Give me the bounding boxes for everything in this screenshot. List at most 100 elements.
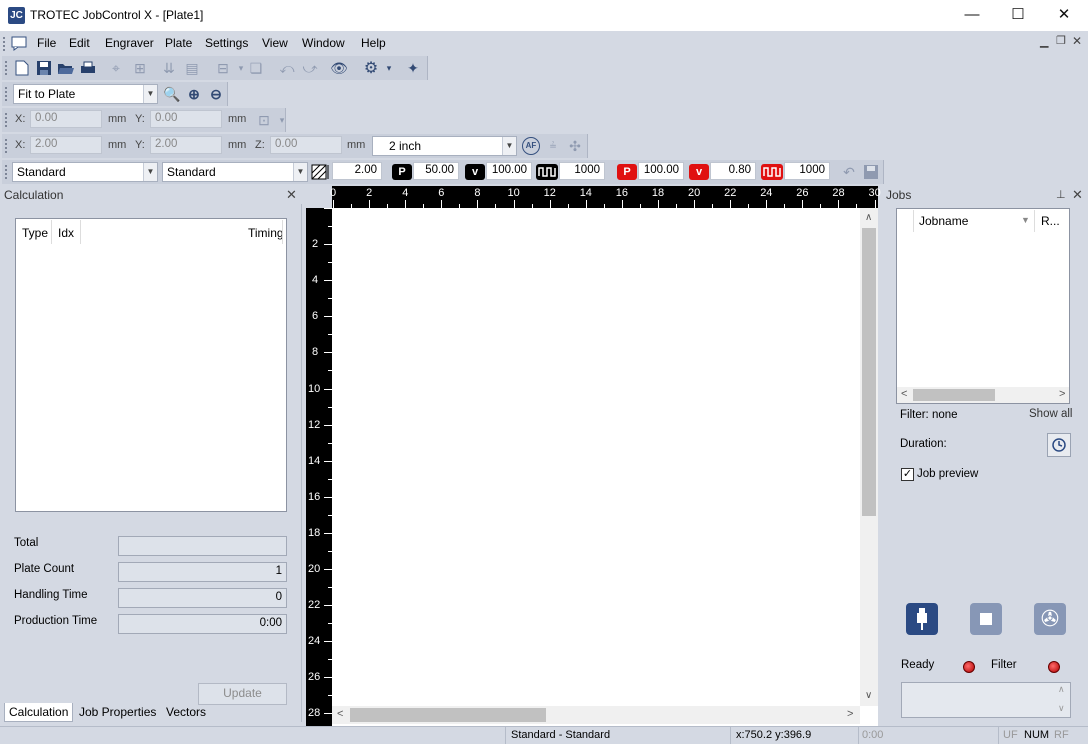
- maximize-button[interactable]: ☐: [995, 0, 1041, 31]
- engrave-power-input[interactable]: 50.00: [413, 162, 459, 180]
- menu-help[interactable]: Help: [361, 36, 386, 50]
- jobs-list[interactable]: Jobname ▼ R... < >: [896, 208, 1070, 404]
- scroll-up-icon[interactable]: ∧: [1058, 684, 1065, 695]
- laser-pointer-icon[interactable]: ✦: [404, 59, 422, 77]
- menu-view[interactable]: View: [262, 36, 288, 50]
- scroll-right-icon[interactable]: >: [1059, 388, 1065, 400]
- horizontal-scroll-thumb[interactable]: [350, 708, 546, 722]
- menu-window[interactable]: Window: [302, 36, 345, 50]
- size-y-input[interactable]: 2.00: [150, 136, 222, 154]
- jobs-scroll-thumb[interactable]: [913, 389, 995, 401]
- crosshair-icon[interactable]: ⌖: [107, 59, 125, 77]
- preview-eye-icon[interactable]: 👁: [330, 59, 348, 77]
- scroll-left-icon[interactable]: <: [337, 708, 343, 720]
- column-idx[interactable]: Idx: [58, 226, 74, 240]
- calculation-list[interactable]: Type Idx Timing: [15, 218, 287, 512]
- process-select[interactable]: Standard ▼: [162, 162, 308, 182]
- usb-connect-button[interactable]: [906, 603, 938, 635]
- save-icon[interactable]: [35, 59, 53, 77]
- ruler-label: 10: [507, 187, 520, 199]
- autofocus-settings-icon[interactable]: ≟: [544, 137, 562, 155]
- cut-speed-icon: v: [689, 164, 709, 180]
- zoom-in-icon[interactable]: ⊕: [185, 85, 203, 103]
- hatch-value-input[interactable]: 2.00: [332, 162, 382, 180]
- add-object-icon[interactable]: ⊟: [214, 59, 232, 77]
- sort-dropdown-icon[interactable]: ▼: [1021, 215, 1030, 225]
- minimize-button[interactable]: —: [949, 0, 995, 31]
- xyz-move-icon[interactable]: ✣: [566, 137, 584, 155]
- zoom-out-icon[interactable]: ⊖: [207, 85, 225, 103]
- position-x-input[interactable]: 0.00: [30, 110, 102, 128]
- anchor-point-icon[interactable]: ⊡: [255, 111, 273, 129]
- align-icon[interactable]: ⇊: [160, 59, 178, 77]
- cut-frequency-input[interactable]: 1000: [784, 162, 830, 180]
- scroll-left-icon[interactable]: <: [901, 388, 907, 400]
- document-menu-icon[interactable]: [10, 35, 28, 51]
- scroll-down-icon[interactable]: ∨: [1058, 703, 1065, 714]
- print-icon[interactable]: [79, 59, 97, 77]
- panel-close-icon[interactable]: ✕: [1072, 187, 1083, 203]
- duration-button[interactable]: [1047, 433, 1071, 457]
- new-file-icon[interactable]: [13, 59, 31, 77]
- settings-dropdown-icon[interactable]: ▾: [380, 59, 398, 77]
- mdi-minimize-icon[interactable]: ▁: [1040, 35, 1048, 48]
- column-type[interactable]: Type: [22, 226, 48, 240]
- scroll-right-icon[interactable]: >: [847, 708, 853, 720]
- undo-arrow-icon[interactable]: ⤺: [278, 59, 296, 77]
- cut-power-input[interactable]: 100.00: [638, 162, 684, 180]
- tab-calculation[interactable]: Calculation: [4, 703, 74, 722]
- mdi-close-icon[interactable]: ✕: [1072, 34, 1082, 48]
- thickness-select[interactable]: 2 inch ▼: [372, 136, 517, 156]
- settings-gear-icon[interactable]: ⚙: [362, 59, 380, 77]
- plate-canvas[interactable]: [332, 208, 862, 706]
- position-icon[interactable]: ⊞: [131, 59, 149, 77]
- menu-engraver[interactable]: Engraver: [105, 36, 154, 50]
- zoom-search-icon[interactable]: 🔍: [163, 85, 181, 103]
- distribute-icon[interactable]: ▤: [183, 59, 201, 77]
- anchor-dropdown-icon[interactable]: ▾: [273, 111, 291, 129]
- size-z-input[interactable]: 0.00: [270, 136, 342, 154]
- close-button[interactable]: ✕: [1041, 0, 1087, 31]
- panel-close-icon[interactable]: ✕: [286, 187, 297, 203]
- material-template-select[interactable]: Standard ▼: [12, 162, 158, 182]
- stop-button[interactable]: [970, 603, 1002, 635]
- menu-plate[interactable]: Plate: [165, 36, 192, 50]
- redo-arrow-icon[interactable]: ⤻: [301, 59, 319, 77]
- autofocus-icon[interactable]: AF: [522, 137, 540, 155]
- horizontal-scrollbar[interactable]: < >: [332, 706, 860, 724]
- scroll-up-icon[interactable]: ∧: [865, 212, 872, 223]
- column-r[interactable]: R...: [1041, 214, 1060, 228]
- column-jobname[interactable]: Jobname: [919, 214, 968, 228]
- material-toolbar: Standard ▼ Standard ▼ 2.00 P 50.00 v 100…: [0, 159, 886, 185]
- revert-icon[interactable]: ↶: [840, 163, 858, 181]
- column-timing[interactable]: Timing: [248, 226, 284, 240]
- ruler-label: 14: [308, 454, 321, 467]
- engrave-frequency-input[interactable]: 1000: [559, 162, 605, 180]
- menu-edit[interactable]: Edit: [69, 36, 90, 50]
- mdi-restore-icon[interactable]: ❐: [1056, 34, 1066, 47]
- menu-settings[interactable]: Settings: [205, 36, 248, 50]
- jobs-horizontal-scrollbar[interactable]: < >: [897, 387, 1069, 403]
- engrave-speed-input[interactable]: 100.00: [486, 162, 532, 180]
- update-button[interactable]: Update: [198, 683, 287, 705]
- scroll-down-icon[interactable]: ∨: [865, 690, 872, 701]
- pin-icon[interactable]: ⊥: [1056, 188, 1066, 201]
- exhaust-fan-button[interactable]: ✇: [1034, 603, 1066, 635]
- cut-speed-input[interactable]: 0.80: [710, 162, 756, 180]
- job-preview-checkbox[interactable]: ✓: [901, 468, 914, 481]
- position-y-input[interactable]: 0.00: [150, 110, 222, 128]
- vertical-scrollbar[interactable]: ∧ ∨: [860, 208, 878, 706]
- zoom-select[interactable]: Fit to Plate ▼: [13, 84, 158, 104]
- vertical-scroll-thumb[interactable]: [862, 228, 876, 516]
- size-x-input[interactable]: 2.00: [30, 136, 102, 154]
- show-all-link[interactable]: Show all: [1029, 408, 1072, 420]
- filter-status-label: Filter: [991, 659, 1017, 671]
- open-folder-icon[interactable]: [57, 59, 75, 77]
- position-y-label: Y:: [135, 113, 145, 125]
- tab-vectors[interactable]: Vectors: [162, 703, 210, 721]
- chevron-down-icon: ▼: [143, 163, 157, 181]
- menu-file[interactable]: File: [37, 36, 56, 50]
- save-material-icon[interactable]: [862, 163, 880, 181]
- layers-icon[interactable]: ❏: [247, 59, 265, 77]
- tab-job-properties[interactable]: Job Properties: [75, 703, 160, 721]
